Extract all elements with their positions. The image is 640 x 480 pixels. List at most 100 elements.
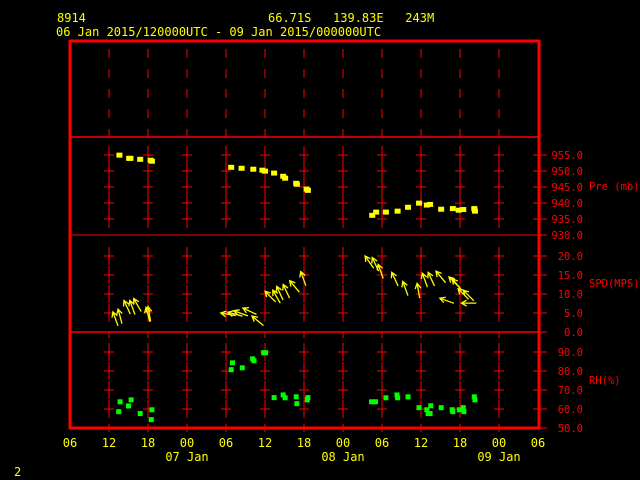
y-tick-label: 945.0 — [551, 182, 583, 194]
wind-arrow — [116, 307, 123, 324]
pressure-point — [148, 158, 155, 164]
pressure-point — [137, 156, 144, 162]
wind-arrow-shape — [250, 315, 264, 327]
rh-point — [427, 411, 433, 417]
x-tick-label: 00 — [492, 436, 506, 450]
pressure-point — [382, 209, 389, 215]
wind-arrow-shape — [435, 270, 447, 284]
wind-arrow-shape — [420, 271, 429, 288]
pressure-point — [405, 204, 411, 210]
x-tick-label: 12 — [258, 436, 272, 450]
wind-arrow-shape — [241, 307, 257, 315]
rh-point — [294, 401, 300, 407]
pressure-point — [282, 175, 289, 181]
pressure-point — [449, 206, 456, 212]
wind-arrow — [299, 270, 307, 286]
wind-arrow — [420, 271, 429, 288]
wind-arrow-shape — [427, 271, 436, 287]
wind-arrow-shape — [401, 280, 409, 296]
x-tick-label: 00 — [336, 436, 350, 450]
pressure-point — [228, 164, 235, 170]
station-location: 66.71S 139.83E 243M — [268, 11, 434, 25]
wind-arrow — [427, 271, 436, 287]
rh-point — [116, 409, 122, 415]
rh-point — [148, 417, 154, 423]
x-tick-label: 06 — [63, 436, 77, 450]
y-tick-label: 940.0 — [551, 198, 583, 210]
rh-point — [416, 405, 422, 411]
x-tick-label: 06 — [531, 436, 545, 450]
wind-arrow — [241, 307, 257, 315]
rh-point — [128, 397, 134, 403]
y-tick-label: 90.0 — [558, 347, 583, 359]
x-tick-label: 12 — [102, 436, 116, 450]
pressure-point — [416, 200, 423, 206]
rh-point — [117, 399, 123, 405]
rh-point — [137, 411, 143, 417]
pressure-point — [293, 181, 300, 187]
y-tick-label: 955.0 — [551, 150, 583, 162]
y-tick-label: 15.0 — [558, 270, 583, 282]
x-day-label: 07 Jan — [165, 450, 208, 464]
rh-point — [293, 394, 299, 400]
rh-point — [428, 403, 434, 409]
grid: 955.0 950.0 945.0 940.0 935.0 930.0 Pre (mb) 20… — [63, 49, 640, 464]
wind-arrow-shape — [116, 307, 123, 324]
pressure-point — [262, 168, 268, 174]
rh-point — [461, 409, 467, 415]
x-day-label: 09 Jan — [477, 450, 520, 464]
data-marks — [111, 152, 478, 423]
pressure-point — [238, 165, 245, 171]
panel-title: SPD(MPS) — [589, 278, 640, 290]
pressure-point — [116, 152, 123, 158]
rh-point — [305, 395, 311, 401]
rh-point — [383, 395, 389, 401]
y-tick-label: 935.0 — [551, 214, 583, 226]
rh-point — [230, 360, 235, 366]
x-tick-label: 18 — [453, 436, 467, 450]
rh-point — [149, 407, 155, 413]
pressure-point — [271, 170, 278, 176]
x-tick-label: 18 — [297, 436, 311, 450]
rh-point — [271, 395, 277, 401]
x-tick-label: 06 — [219, 436, 233, 450]
rh-point — [282, 395, 288, 401]
y-tick-label: 0.0 — [564, 327, 583, 339]
pressure-point — [394, 208, 401, 214]
rh-point — [405, 394, 411, 400]
pressure-point — [460, 207, 467, 213]
wind-arrow — [282, 283, 291, 299]
rh-point — [395, 395, 401, 401]
x-tick-label: 06 — [375, 436, 389, 450]
wind-arrow — [438, 296, 455, 304]
time-period: 06 Jan 2015/120000UTC - 09 Jan 2015/0000… — [56, 25, 381, 39]
wind-arrow-shape — [414, 282, 422, 299]
wind-arrow-shape — [282, 283, 291, 299]
wind-arrow-shape — [299, 270, 307, 286]
panel-title: Pre (mb) — [589, 181, 640, 193]
y-tick-label: 50.0 — [558, 423, 583, 435]
pressure-point — [250, 166, 257, 172]
rh-point — [450, 409, 456, 415]
wind-arrow-shape — [288, 279, 300, 293]
wind-arrow — [133, 297, 142, 312]
y-tick-label: 5.0 — [564, 308, 583, 320]
x-day-label: 08 Jan — [321, 450, 364, 464]
y-tick-label: 930.0 — [551, 230, 583, 242]
wind-arrow-shape — [438, 296, 455, 304]
station-meteogram: 8914 66.71S 139.83E 243M 06 Jan 2015/120… — [14, 11, 640, 479]
y-tick-label: 10.0 — [558, 289, 583, 301]
panel-title: RH(%) — [589, 375, 621, 387]
rh-point — [263, 350, 269, 356]
station-id: 8914 — [57, 11, 86, 25]
x-tick-label: 18 — [141, 436, 155, 450]
wind-arrow — [401, 280, 409, 296]
wind-arrow-shape — [133, 297, 142, 312]
pressure-point — [471, 208, 478, 214]
rh-point — [472, 397, 478, 403]
pressure-point — [127, 155, 134, 161]
rh-point — [239, 365, 245, 371]
pressure-point — [373, 209, 380, 215]
y-tick-label: 20.0 — [558, 251, 583, 263]
rh-point — [228, 367, 234, 373]
